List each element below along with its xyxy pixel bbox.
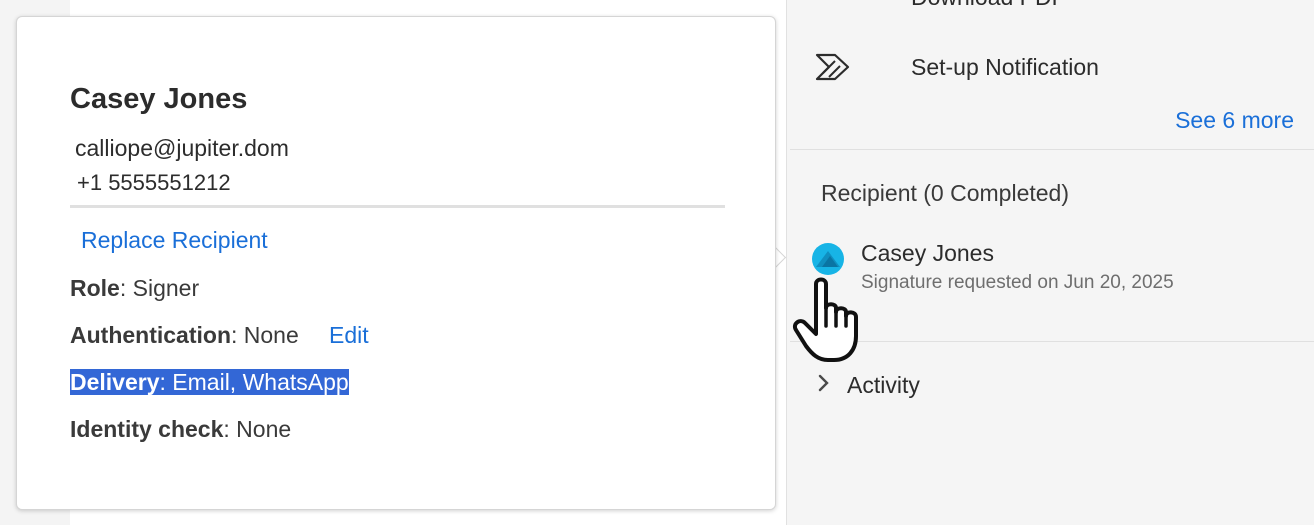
authentication-row: Authentication: None	[70, 322, 299, 349]
replace-recipient-link[interactable]: Replace Recipient	[81, 227, 268, 254]
delivery-selection: Delivery: Email, WhatsApp	[70, 369, 349, 395]
chevron-right-icon	[817, 373, 831, 398]
identity-check-label: Identity check	[70, 416, 224, 442]
role-row: Role: Signer	[70, 275, 199, 302]
recipient-name-heading: Casey Jones	[70, 83, 248, 115]
authentication-value: : None	[231, 322, 299, 348]
recipient-phone: +1 5555551212	[77, 170, 231, 195]
setup-notification-label: Set-up Notification	[911, 53, 1099, 80]
role-label: Role	[70, 275, 120, 301]
identity-check-row: Identity check: None	[70, 416, 291, 443]
section-divider	[790, 149, 1314, 150]
download-pdf-item[interactable]: Download PDF	[815, 0, 1066, 12]
card-divider	[70, 205, 725, 208]
authentication-label: Authentication	[70, 322, 231, 348]
download-pdf-label: Download PDF	[911, 0, 1066, 11]
setup-notification-item[interactable]: Set-up Notification	[815, 52, 1099, 82]
delivery-label: Delivery	[70, 369, 160, 395]
recipient-status: Signature requested on Jun 20, 2025	[861, 272, 1174, 293]
avatar-icon[interactable]	[812, 243, 844, 275]
recipient-name[interactable]: Casey Jones	[861, 240, 994, 267]
role-value: : Signer	[119, 275, 200, 301]
delivery-row: Delivery: Email, WhatsApp	[70, 363, 349, 401]
recipient-details-popover: Casey Jones calliope@jupiter.dom +1 5555…	[16, 16, 776, 510]
activity-label: Activity	[847, 372, 920, 398]
recipient-email: calliope@jupiter.dom	[75, 135, 289, 161]
hand-pointer-cursor-icon	[790, 274, 870, 364]
download-icon	[815, 0, 851, 12]
see-more-link[interactable]: See 6 more	[1175, 107, 1294, 134]
recipient-section-title: Recipient (0 Completed)	[821, 180, 1070, 206]
right-sidebar: Download PDF Set-up Notification See 6 m…	[787, 0, 1314, 525]
delivery-value: : Email, WhatsApp	[159, 369, 349, 395]
identity-check-value: : None	[223, 416, 292, 442]
activity-toggle[interactable]: Activity	[817, 372, 920, 399]
edit-authentication-link[interactable]: Edit	[329, 322, 369, 349]
notification-icon	[815, 52, 851, 82]
